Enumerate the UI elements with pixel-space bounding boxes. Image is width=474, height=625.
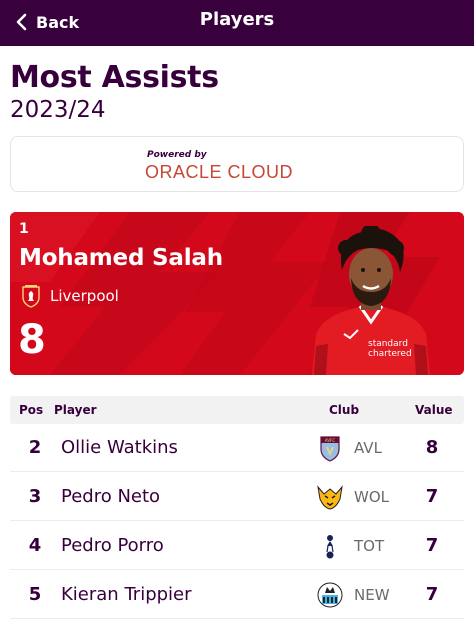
row-value: 7 [425, 486, 439, 507]
row-value: 8 [425, 437, 439, 458]
row-value: 7 [425, 535, 439, 556]
svg-text:chartered: chartered [368, 349, 412, 359]
header-player: Player [54, 403, 97, 417]
svg-text:AVFC: AVFC [325, 438, 336, 443]
table-row[interactable]: 4 Pedro Porro TOT 7 [10, 522, 464, 570]
row-club: AVL [354, 439, 382, 457]
sponsor-logo: ORACLE CLOUD [145, 162, 294, 182]
table-row[interactable]: 2 Ollie Watkins AVFC AVL 8 [10, 424, 464, 472]
row-player-name: Ollie Watkins [61, 437, 178, 458]
row-position: 2 [28, 437, 42, 458]
row-club: NEW [354, 586, 390, 604]
season-label: 2023/24 [10, 97, 106, 123]
row-position: 4 [28, 535, 42, 556]
leader-position: 1 [19, 221, 29, 237]
leader-value: 8 [18, 317, 46, 363]
leader-club: Liverpool [50, 287, 119, 305]
row-club: WOL [354, 488, 389, 506]
row-club: TOT [354, 537, 385, 555]
row-position: 5 [28, 584, 42, 605]
newcastle-crest-icon [317, 582, 343, 608]
leader-card[interactable]: 1 Mohamed Salah Liverpool 8 standard cha… [10, 212, 464, 375]
header-pos: Pos [19, 403, 44, 417]
page-title: Most Assists [10, 60, 219, 95]
row-player-name: Kieran Trippier [61, 584, 192, 605]
top-bar-title: Players [199, 9, 275, 30]
liverpool-crest-icon [22, 285, 40, 308]
sponsor-banner[interactable]: Powered by ORACLE CLOUD [10, 136, 464, 192]
table-row[interactable]: 3 Pedro Neto WOL 7 [10, 473, 464, 521]
aston-villa-crest-icon: AVFC [320, 436, 340, 462]
table-header: Pos Player Club Value [10, 396, 464, 424]
table-row[interactable]: 5 Kieran Trippier NEW 7 [10, 571, 464, 619]
player-photo: standard chartered [312, 226, 430, 375]
header-value: Value [415, 403, 453, 417]
tottenham-crest-icon [326, 535, 334, 559]
row-position: 3 [28, 486, 42, 507]
powered-by-text: Powered by [147, 150, 207, 160]
row-value: 7 [425, 584, 439, 605]
top-bar: Back Players [0, 0, 474, 46]
row-player-name: Pedro Porro [61, 535, 164, 556]
svg-text:standard: standard [368, 339, 408, 349]
wolves-crest-icon [317, 485, 343, 510]
header-club: Club [329, 403, 360, 417]
row-player-name: Pedro Neto [61, 486, 161, 507]
leader-name: Mohamed Salah [19, 245, 223, 271]
